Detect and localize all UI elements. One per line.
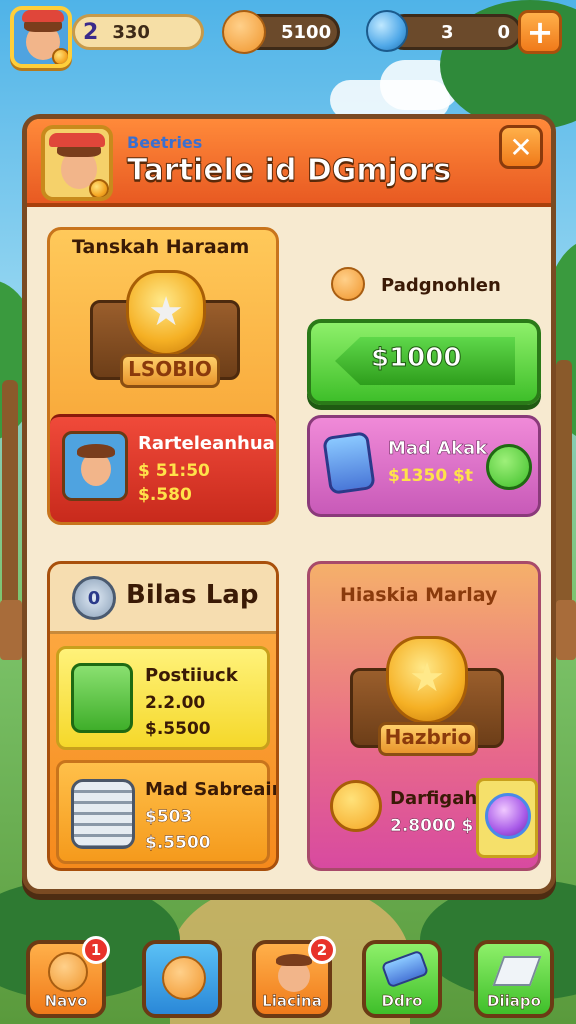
offer-card-bundle: 0 Bilas Lap Postiiuck 2.2.00 $.5500 Mad … [47,561,279,871]
chest-ribbon: LSOBIO [120,354,220,388]
premium-item-price: 2.8000 $ [390,816,474,836]
level-xp-bar: 2 330 [72,14,204,50]
bundle-item-1-name: Postiiuck [145,665,238,686]
plus-icon: + [526,13,554,51]
nav-label: Navo [44,992,88,1011]
bunny-icon [331,267,365,301]
paper-icon [492,956,542,986]
shop-panel: Beetries Tartiele id DGmjors ✕ Tanskah H… [22,114,556,894]
bundle-item-1[interactable]: Postiiuck 2.2.00 $.5500 [56,646,270,750]
offer-card-chest[interactable]: Tanskah Haraam ★ LSOBIO Rarteleanhuar $ … [47,227,279,525]
coin-count: 5100 [281,21,332,43]
notification-badge: 2 [308,936,336,964]
hero-portrait-icon [62,431,128,501]
hero-offer-name: Rarteleanhuar [138,433,279,454]
premium-chest-ribbon: Hazbrio [378,722,478,756]
star-icon: ★ [409,655,445,701]
top-hud: 2 330 5100 3 0 + [0,4,576,68]
bundle-title: Bilas Lap [126,580,259,610]
gem-count: 3 [441,21,454,43]
buy-gold-price: $1000 [370,343,462,374]
shopkeeper-portrait [41,125,113,201]
bundle-item-1-price-alt: $.5500 [145,719,211,739]
bundle-item-2[interactable]: Mad Sabreain $503 $.5500 [56,760,276,864]
nav-item-ddro[interactable]: Ddro [362,940,442,1018]
add-currency-button[interactable]: + [518,10,562,54]
nav-item-navo[interactable]: Navo 1 [26,936,110,1018]
buy-gold-button[interactable]: $1000 [307,319,541,405]
premium-item-name: Darfigah [390,788,478,809]
cat-icon [48,952,88,992]
bundle-item-2-price: $503 [145,807,193,827]
panel-subtitle: Beetries [127,133,203,152]
pet-icon [162,956,206,1000]
offer-card-premium-chest[interactable]: Hiaskia Marlay ★ Hazbrio Darfigah 2.8000… [307,561,541,871]
star-icon: ★ [148,289,184,335]
bundle-item-1-price: 2.2.00 [145,693,206,713]
potion-offer-price: $1350 $t [388,466,474,486]
orb-icon[interactable] [476,778,538,858]
hero-offer-row[interactable]: Rarteleanhuar $ 51:50 $.580 [50,414,276,522]
offer-card-potion[interactable]: Mad Akak $1350 $t [307,415,541,517]
nav-item-pet[interactable] [142,940,222,1018]
coin-stack-icon [71,779,135,849]
xp-value: 330 [112,21,150,43]
close-icon: ✕ [509,130,533,164]
player-avatar[interactable] [10,6,72,68]
gift-box-icon [71,663,133,733]
gold-offer-label: Padgnohlen [381,275,501,296]
hero-offer-price: $ 51:50 [138,461,210,481]
emoji-icon [330,780,382,832]
panel-title: Tartiele id DGmjors [126,153,452,189]
premium-chest-title: Hiaskia Marlay [340,584,498,606]
coin-critter-icon [222,10,266,54]
gear-badge-icon: 0 [72,576,116,620]
offer-title: Tanskah Haraam [72,236,250,258]
hammer-icon [380,949,430,989]
nav-label: Ddro [381,992,423,1011]
nav-item-liacina[interactable]: Liacina 2 [252,936,336,1018]
nav-item-diiapo[interactable]: Diiapo [474,940,554,1018]
gear-badge-value: 0 [87,587,101,609]
bundle-item-2-price-alt: $.5500 [145,833,211,853]
potion-offer-name: Mad Akak [388,438,488,460]
confirm-check-icon[interactable] [486,444,532,490]
gem-icon [366,10,408,52]
panel-header: Beetries Tartiele id DGmjors ✕ [27,119,551,207]
hero-offer-price-alt: $.580 [138,485,192,505]
gem-extra: 0 [497,21,511,43]
level-value: 2 [83,19,99,45]
crate-icon [322,431,376,495]
close-button[interactable]: ✕ [499,125,543,169]
notification-badge: 1 [82,936,110,964]
nav-label: Liacina [262,992,322,1011]
bundle-item-2-name: Mad Sabreain [145,779,279,800]
bottom-nav: Navo 1 Liacina 2 Ddro Diiapo [0,936,576,1024]
nav-label: Diiapo [487,992,541,1011]
bundle-header: 0 Bilas Lap [50,564,276,634]
